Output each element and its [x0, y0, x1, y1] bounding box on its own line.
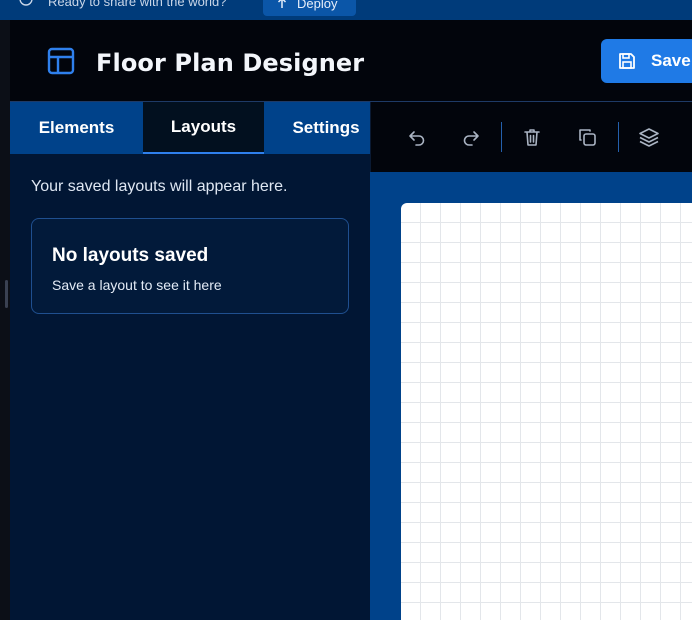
layout-icon — [47, 47, 75, 75]
deploy-message: Ready to share with the world? — [48, 0, 227, 9]
empty-state-subtitle: Save a layout to see it here — [52, 277, 222, 293]
toolbar-divider — [501, 122, 502, 152]
layers-icon[interactable] — [638, 126, 660, 148]
arrow-up-icon — [277, 0, 287, 9]
save-icon — [617, 51, 637, 71]
canvas-area — [370, 172, 692, 620]
app-title: Floor Plan Designer — [96, 49, 365, 77]
toolbar-divider — [618, 122, 619, 152]
canvas-toolbar — [371, 102, 692, 172]
window-edge — [0, 0, 10, 620]
save-label: Save — [651, 51, 691, 70]
tab-elements[interactable]: Elements — [10, 102, 143, 154]
empty-state-title: No layouts saved — [52, 245, 209, 266]
layouts-intro: Your saved layouts will appear here. — [31, 178, 288, 195]
sidebar-tabs: Elements Layouts Settings — [10, 102, 370, 154]
info-icon — [19, 0, 33, 6]
tab-label: Elements — [38, 118, 115, 137]
resize-handle[interactable] — [5, 280, 8, 308]
tab-layouts[interactable]: Layouts — [143, 102, 264, 154]
app-header: Floor Plan Designer Save — [10, 20, 692, 102]
sidebar: Elements Layouts Settings Your saved lay… — [10, 102, 370, 620]
trash-icon[interactable] — [521, 126, 543, 148]
tab-label: Layouts — [170, 117, 237, 136]
copy-icon[interactable] — [576, 126, 598, 148]
undo-icon[interactable] — [406, 126, 428, 148]
tab-label: Settings — [292, 118, 360, 137]
deploy-bar: Ready to share with the world? Deploy — [0, 0, 692, 20]
redo-icon[interactable] — [460, 126, 482, 148]
deploy-label: Deploy — [297, 0, 338, 11]
tab-settings[interactable]: Settings — [264, 102, 388, 154]
deploy-button[interactable]: Deploy — [263, 0, 356, 16]
empty-state-card: No layouts saved Save a layout to see it… — [31, 218, 349, 314]
floor-plan-grid[interactable] — [401, 203, 692, 620]
save-button[interactable]: Save — [601, 39, 692, 83]
